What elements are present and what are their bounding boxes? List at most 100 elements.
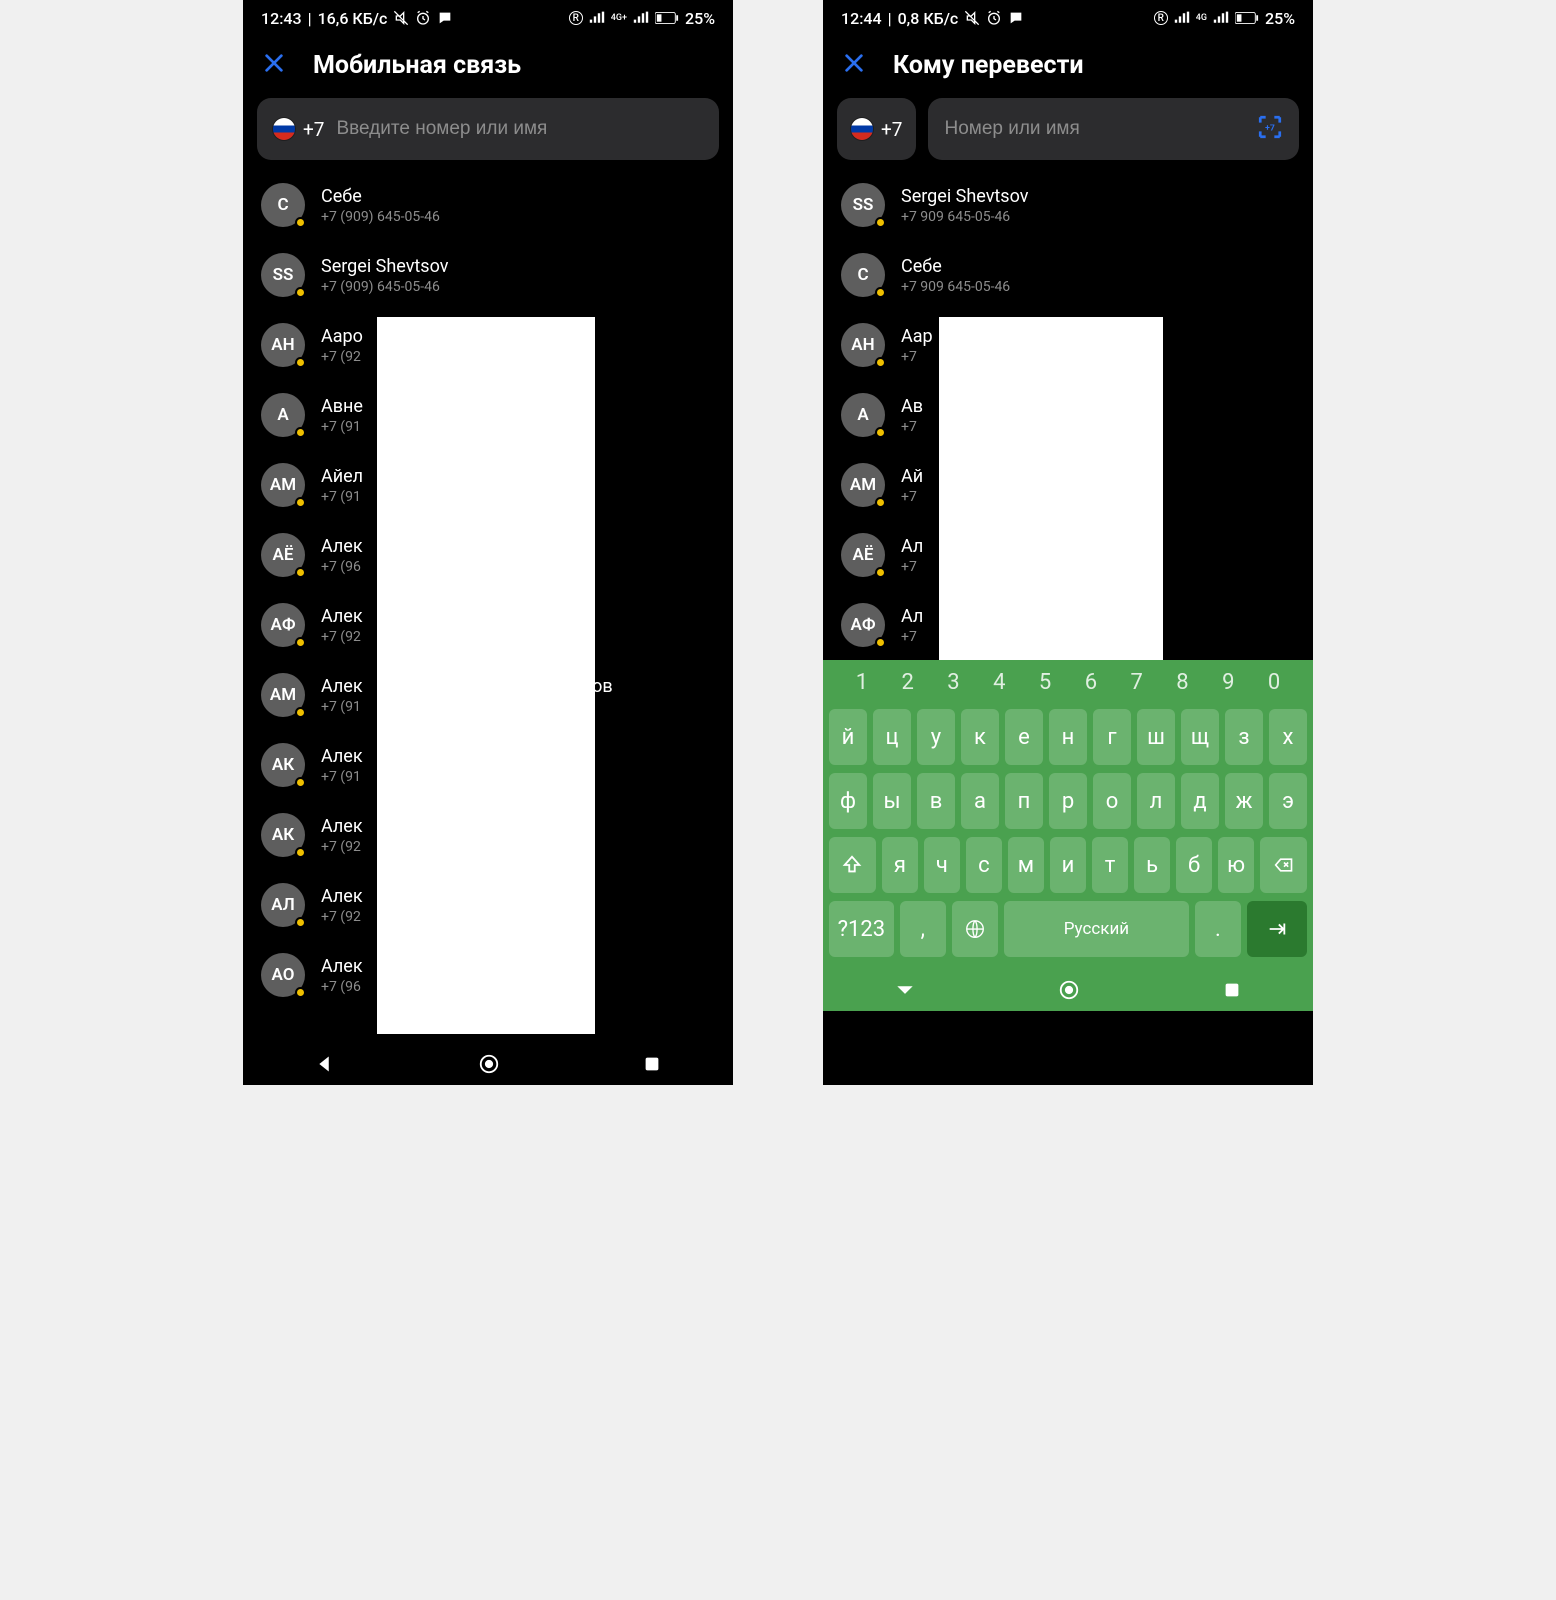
search-input[interactable]: [944, 118, 1257, 140]
contact-row[interactable]: АЁ Алек +7 (96: [243, 520, 733, 590]
num-key[interactable]: 5: [1027, 670, 1063, 695]
letter-key[interactable]: а: [961, 773, 999, 829]
close-button[interactable]: [843, 50, 865, 80]
header: Кому перевести: [823, 36, 1313, 98]
letter-key[interactable]: ж: [1225, 773, 1263, 829]
search-input[interactable]: [336, 118, 703, 140]
avatar: АМ: [841, 463, 885, 507]
back-nav-icon[interactable]: [315, 1054, 335, 1074]
contact-row[interactable]: SS Sergei Shevtsov +7 (909) 645-05-46: [243, 240, 733, 310]
letter-key[interactable]: у: [917, 709, 955, 765]
num-key[interactable]: 6: [1073, 670, 1109, 695]
status-badge: [295, 287, 306, 298]
contact-row[interactable]: АО Алек +7 (96: [243, 940, 733, 1010]
contact-phone: +7 (92: [321, 629, 363, 645]
scan-card-icon[interactable]: +7: [1257, 114, 1283, 144]
letter-key[interactable]: ц: [873, 709, 911, 765]
letter-key[interactable]: ч: [924, 837, 960, 893]
dot-key[interactable]: .: [1195, 901, 1241, 957]
contact-row[interactable]: АЁ Ал +7: [823, 520, 1313, 590]
hide-kb-nav-icon[interactable]: [895, 980, 915, 1000]
letter-key[interactable]: е: [1005, 709, 1043, 765]
num-key[interactable]: 7: [1119, 670, 1155, 695]
letter-key[interactable]: ь: [1134, 837, 1170, 893]
enter-key[interactable]: [1247, 901, 1307, 957]
letter-key[interactable]: м: [1008, 837, 1044, 893]
contact-row[interactable]: АМ Айел +7 (91: [243, 450, 733, 520]
space-key[interactable]: Русский: [1004, 901, 1189, 957]
letter-key[interactable]: з: [1225, 709, 1263, 765]
num-key[interactable]: 4: [981, 670, 1017, 695]
num-key[interactable]: 3: [935, 670, 971, 695]
letter-key[interactable]: ш: [1137, 709, 1175, 765]
contact-row[interactable]: АФ Алек +7 (92: [243, 590, 733, 660]
letter-key[interactable]: д: [1181, 773, 1219, 829]
recent-nav-icon[interactable]: [1223, 981, 1241, 999]
letter-key[interactable]: л: [1137, 773, 1175, 829]
contact-row[interactable]: С Себе +7 909 645-05-46: [823, 240, 1313, 310]
chat-icon: [437, 10, 453, 26]
net-label: 4G: [1196, 13, 1207, 23]
num-key[interactable]: 2: [890, 670, 926, 695]
status-badge: [875, 497, 886, 508]
contact-phone: +7 (909) 645-05-46: [321, 209, 440, 225]
contact-row[interactable]: А Ав +7: [823, 380, 1313, 450]
letter-key[interactable]: р: [1049, 773, 1087, 829]
letter-key[interactable]: н: [1049, 709, 1087, 765]
search-box[interactable]: +7: [257, 98, 719, 160]
letter-key[interactable]: с: [966, 837, 1002, 893]
letter-key[interactable]: о: [1093, 773, 1131, 829]
signal-icon: [1174, 11, 1190, 25]
contact-row[interactable]: АМ Алекков +7 (91: [243, 660, 733, 730]
status-badge: [295, 427, 306, 438]
contact-row[interactable]: АЛ Алек +7 (92: [243, 870, 733, 940]
recent-nav-icon[interactable]: [643, 1055, 661, 1073]
comma-key[interactable]: ,: [900, 901, 946, 957]
backspace-key[interactable]: [1260, 837, 1307, 893]
search-box[interactable]: +7: [928, 98, 1299, 160]
letter-key[interactable]: г: [1093, 709, 1131, 765]
home-nav-icon[interactable]: [1058, 979, 1080, 1001]
letter-key[interactable]: э: [1269, 773, 1307, 829]
letter-key[interactable]: ю: [1218, 837, 1254, 893]
contact-row[interactable]: SS Sergei Shevtsov +7 909 645-05-46: [823, 170, 1313, 240]
letter-key[interactable]: п: [1005, 773, 1043, 829]
status-badge: [295, 917, 306, 928]
letter-key[interactable]: я: [882, 837, 918, 893]
contact-list: SS Sergei Shevtsov +7 909 645-05-46 С Се…: [823, 170, 1313, 660]
num-key[interactable]: 0: [1256, 670, 1292, 695]
nav-bar: [823, 969, 1313, 1011]
home-nav-icon[interactable]: [478, 1053, 500, 1075]
num-key[interactable]: 9: [1210, 670, 1246, 695]
letter-key[interactable]: в: [917, 773, 955, 829]
country-prefix[interactable]: +7: [837, 98, 916, 160]
letter-key[interactable]: х: [1269, 709, 1307, 765]
contact-row[interactable]: С Себе +7 (909) 645-05-46: [243, 170, 733, 240]
contact-row[interactable]: АК Алек +7 (92: [243, 800, 733, 870]
contact-row[interactable]: АФ Ал +7: [823, 590, 1313, 660]
letter-key[interactable]: и: [1050, 837, 1086, 893]
symbols-key[interactable]: ?123: [829, 901, 894, 957]
letter-key[interactable]: й: [829, 709, 867, 765]
contact-row[interactable]: А Авне +7 (91: [243, 380, 733, 450]
status-badge: [295, 567, 306, 578]
num-key[interactable]: 8: [1164, 670, 1200, 695]
contact-row[interactable]: АК Алек +7 (91: [243, 730, 733, 800]
letter-key[interactable]: т: [1092, 837, 1128, 893]
alarm-icon: [415, 10, 431, 26]
num-key[interactable]: 1: [844, 670, 880, 695]
contact-row[interactable]: АН Аар +7: [823, 310, 1313, 380]
contact-row[interactable]: АН Ааро +7 (92: [243, 310, 733, 380]
contact-phone: +7 (96: [321, 979, 363, 995]
contact-row[interactable]: АМ Ай +7: [823, 450, 1313, 520]
letter-key[interactable]: ы: [873, 773, 911, 829]
letter-key[interactable]: ф: [829, 773, 867, 829]
letter-key[interactable]: щ: [1181, 709, 1219, 765]
lang-key[interactable]: [952, 901, 998, 957]
close-button[interactable]: [263, 50, 285, 80]
avatar: АФ: [261, 603, 305, 647]
letter-key[interactable]: к: [961, 709, 999, 765]
letter-key[interactable]: б: [1176, 837, 1212, 893]
shift-key[interactable]: [829, 837, 876, 893]
contact-phone: +7 (92: [321, 349, 363, 365]
